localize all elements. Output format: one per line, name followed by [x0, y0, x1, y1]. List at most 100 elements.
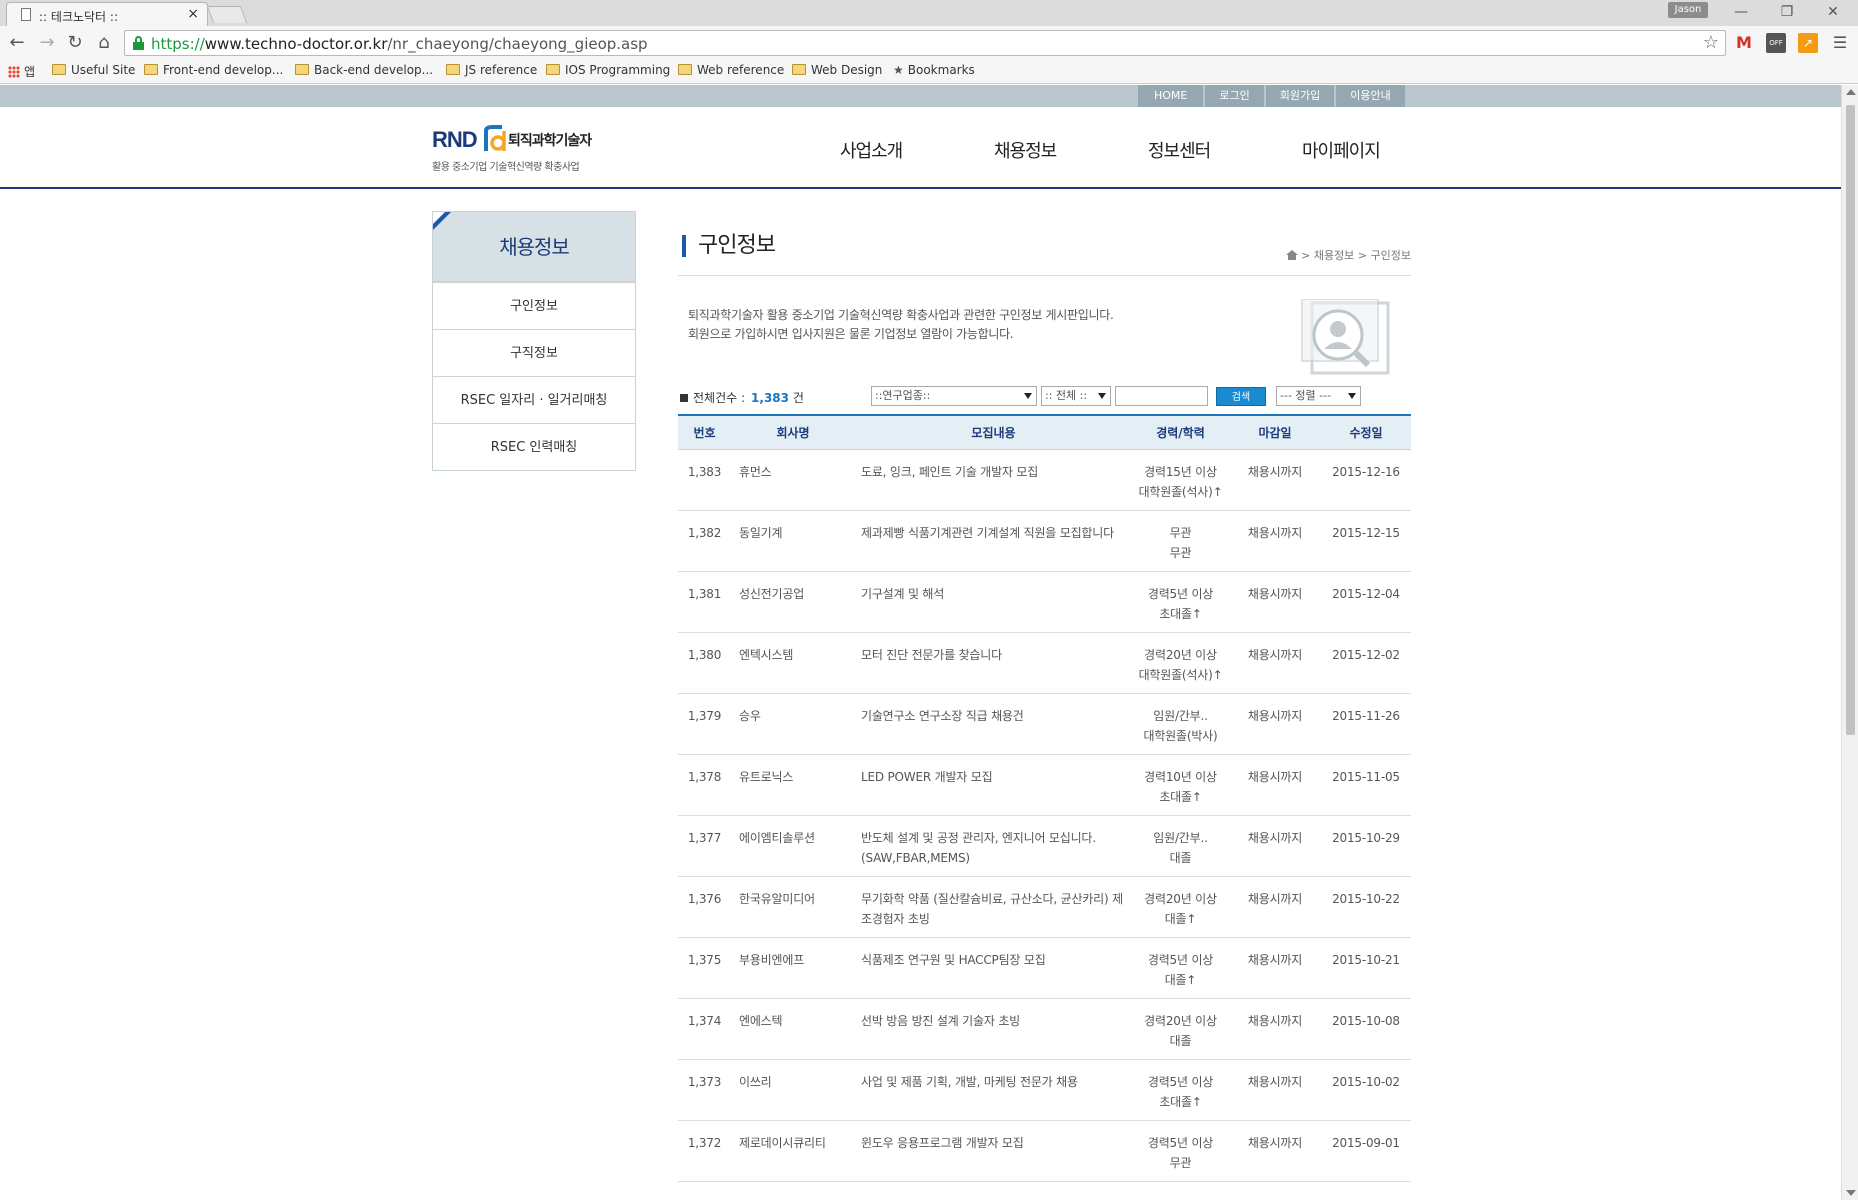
table-row[interactable]: 1,380 엔텍시스템 모터 진단 전문가를 찾습니다 경력20년 이상 대학원졸… [678, 632, 1411, 694]
cell-date: 2015-12-15 [1321, 510, 1411, 572]
cell-career: 경력20년 이상 대학원졸(석사)↑ [1132, 632, 1229, 694]
bookmark-folder[interactable]: Front-end develop... [144, 63, 283, 77]
address-bar[interactable]: https://www.techno-doctor.or.kr/nr_chaey… [124, 30, 1726, 56]
cell-company[interactable]: 부용비엔에프 [731, 937, 855, 999]
cell-company[interactable]: 엔텍시스템 [731, 632, 855, 694]
browser-tab[interactable]: :: 테크노닥터 :: × [6, 2, 208, 26]
cell-title[interactable]: 도료, 잉크, 페인트 기술 개발자 모집 [855, 449, 1132, 511]
cell-career: 임원/간부.. 대졸 [1132, 815, 1229, 877]
table-row[interactable]: 1,373 이쓰리 사업 및 제품 기획, 개발, 마케팅 전문가 채용 경력5… [678, 1059, 1411, 1121]
home-icon[interactable] [1286, 250, 1299, 260]
cell-company[interactable]: 유트로닉스 [731, 754, 855, 816]
sidebar-item-rsec-talent[interactable]: RSEC 인력매칭 [433, 423, 635, 470]
cell-deadline: 채용시까지 [1229, 815, 1321, 877]
bookmark-folder[interactable]: JS reference [446, 63, 537, 77]
table-row[interactable]: 1,375 부용비엔에프 식품제조 연구원 및 HACCP팀장 모집 경력5년 … [678, 937, 1411, 999]
cell-title[interactable]: 윈도우 응용프로그램 개발자 모집 [855, 1120, 1132, 1182]
cell-no: 1,373 [678, 1059, 731, 1121]
analytics-extension-icon[interactable]: ↗ [1798, 33, 1818, 53]
cell-company[interactable]: 엔에스텍 [731, 998, 855, 1060]
bookmark-folder[interactable]: Web reference [678, 63, 784, 77]
table-row[interactable]: 1,372 제로데이시큐리티 윈도우 응용프로그램 개발자 모집 경력5년 이상… [678, 1120, 1411, 1182]
cell-company[interactable]: 휴먼스 [731, 449, 855, 511]
new-tab-button[interactable] [206, 6, 248, 23]
forward-icon[interactable]: → [36, 32, 58, 54]
util-link-guide[interactable]: 이용안내 [1336, 85, 1405, 107]
cell-title[interactable]: 기술연구소 연구소장 직급 채용건 [855, 693, 1132, 755]
bookmark-folder[interactable]: Back-end develop... [295, 63, 433, 77]
cell-company[interactable]: 한국유알미디어 [731, 876, 855, 938]
cell-company[interactable]: 이쓰리 [731, 1059, 855, 1121]
cell-no: 1,383 [678, 449, 731, 511]
cell-title[interactable]: 선박 방음 방진 설계 기술자 초빙 [855, 998, 1132, 1060]
job-table: 번호 회사명 모집내용 경력/학력 마감일 수정일 1,383 휴먼스 도료, … [678, 414, 1411, 1182]
util-link-home[interactable]: HOME [1138, 85, 1204, 107]
main-nav: 사업소개 채용정보 정보센터 마이페이지 [840, 137, 1456, 163]
cell-career: 무관 무관 [1132, 510, 1229, 572]
gmail-icon[interactable]: M [1734, 33, 1754, 53]
scroll-up-icon[interactable] [1846, 89, 1856, 95]
nav-item-about[interactable]: 사업소개 [840, 137, 994, 163]
table-row[interactable]: 1,378 유트로닉스 LED POWER 개발자 모집 경력10년 이상 초대졸… [678, 754, 1411, 816]
bookmark-item[interactable]: ★ Bookmarks [893, 63, 975, 77]
sort-select[interactable]: --- 정렬 --- [1276, 386, 1361, 406]
nav-item-recruit[interactable]: 채용정보 [994, 137, 1148, 163]
cell-date: 2015-09-01 [1321, 1120, 1411, 1182]
cell-title[interactable]: LED POWER 개발자 모집 [855, 754, 1132, 816]
bookmark-folder[interactable]: IOS Programming [546, 63, 670, 77]
sidebar-item-rsec-matching[interactable]: RSEC 일자리 · 일거리매칭 [433, 376, 635, 423]
scroll-down-icon[interactable] [1846, 1190, 1856, 1196]
table-row[interactable]: 1,379 승우 기술연구소 연구소장 직급 채용건 임원/간부.. 대학원졸(박… [678, 693, 1411, 755]
table-row[interactable]: 1,381 성신전기공업 기구설계 및 해석 경력5년 이상 초대졸↑ 채용시까지… [678, 571, 1411, 633]
cell-title[interactable]: 사업 및 제품 기획, 개발, 마케팅 전문가 채용 [855, 1059, 1132, 1121]
sidebar-item-job-offers[interactable]: 구인정보 [433, 282, 635, 329]
cell-title[interactable]: 기구설계 및 해석 [855, 571, 1132, 633]
logo-name: 퇴직과학기술자 [508, 133, 592, 149]
bookmark-folder[interactable]: Useful Site [52, 63, 135, 77]
table-row[interactable]: 1,376 한국유알미디어 무기화학 약품 (질산칼슘비료, 규산소다, 균산카… [678, 876, 1411, 938]
page-scrollbar[interactable] [1841, 85, 1858, 1200]
bookmark-apps[interactable]: 앱 [8, 63, 35, 80]
cell-title[interactable]: 제과제빵 식품기계관련 기계설계 직원을 모집합니다 [855, 510, 1132, 572]
home-icon[interactable]: ⌂ [93, 32, 115, 54]
folder-icon [678, 64, 692, 75]
search-input[interactable] [1115, 386, 1208, 406]
site-logo[interactable]: RND 퇴직과학기술자 활용 중소기업 기술혁신역량 확충사업 [432, 125, 612, 173]
cell-title[interactable]: 모터 진단 전문가를 찾습니다 [855, 632, 1132, 694]
nav-item-info[interactable]: 정보센터 [1148, 137, 1302, 163]
cell-company[interactable]: 동일기계 [731, 510, 855, 572]
cell-company[interactable]: 제로데이시큐리티 [731, 1120, 855, 1182]
back-icon[interactable]: ← [6, 32, 28, 54]
reload-icon[interactable]: ↻ [64, 32, 86, 54]
category-select[interactable]: ::연구업종:: [871, 386, 1037, 406]
search-button[interactable]: 검색 [1216, 387, 1266, 406]
cell-title[interactable]: 반도체 설계 및 공정 관리자, 엔지니어 모십니다.(SAW,FBAR,MEM… [855, 815, 1132, 877]
bookmark-star-icon[interactable]: ☆ [1703, 32, 1719, 53]
profile-badge[interactable]: Jason [1668, 2, 1708, 18]
menu-icon[interactable]: ☰ [1830, 33, 1850, 53]
close-window-icon[interactable]: ✕ [1818, 2, 1848, 22]
scope-select[interactable]: :: 전체 :: [1041, 386, 1111, 406]
tab-close-icon[interactable]: × [187, 6, 199, 22]
restore-icon[interactable]: ❐ [1772, 2, 1802, 22]
table-row[interactable]: 1,374 엔에스텍 선박 방음 방진 설계 기술자 초빙 경력20년 이상 대졸… [678, 998, 1411, 1060]
cell-company[interactable]: 에이엠티솔루션 [731, 815, 855, 877]
extension-off-icon[interactable]: OFF [1766, 33, 1786, 53]
util-link-join[interactable]: 회원가입 [1265, 85, 1335, 107]
scrollbar-thumb[interactable] [1846, 105, 1855, 735]
util-link-login[interactable]: 로그인 [1205, 85, 1264, 107]
nav-item-mypage[interactable]: 마이페이지 [1302, 137, 1456, 163]
url-text[interactable]: https://www.techno-doctor.or.kr/nr_chaey… [151, 35, 648, 53]
cell-title[interactable]: 무기화학 약품 (질산칼슘비료, 규산소다, 균산카리) 제조경험자 초빙 [855, 876, 1132, 938]
cell-company[interactable]: 승우 [731, 693, 855, 755]
bookmark-folder[interactable]: Web Design [792, 63, 882, 77]
table-row[interactable]: 1,383 휴먼스 도료, 잉크, 페인트 기술 개발자 모집 경력15년 이상… [678, 449, 1411, 511]
cell-title[interactable]: 식품제조 연구원 및 HACCP팀장 모집 [855, 937, 1132, 999]
minimize-icon[interactable]: — [1726, 2, 1756, 22]
sidebar-item-job-seekers[interactable]: 구직정보 [433, 329, 635, 376]
table-row[interactable]: 1,377 에이엠티솔루션 반도체 설계 및 공정 관리자, 엔지니어 모십니다… [678, 815, 1411, 877]
cell-company[interactable]: 성신전기공업 [731, 571, 855, 633]
cell-date: 2015-10-02 [1321, 1059, 1411, 1121]
table-row[interactable]: 1,382 동일기계 제과제빵 식품기계관련 기계설계 직원을 모집합니다 무관… [678, 510, 1411, 572]
folder-icon [546, 64, 560, 75]
